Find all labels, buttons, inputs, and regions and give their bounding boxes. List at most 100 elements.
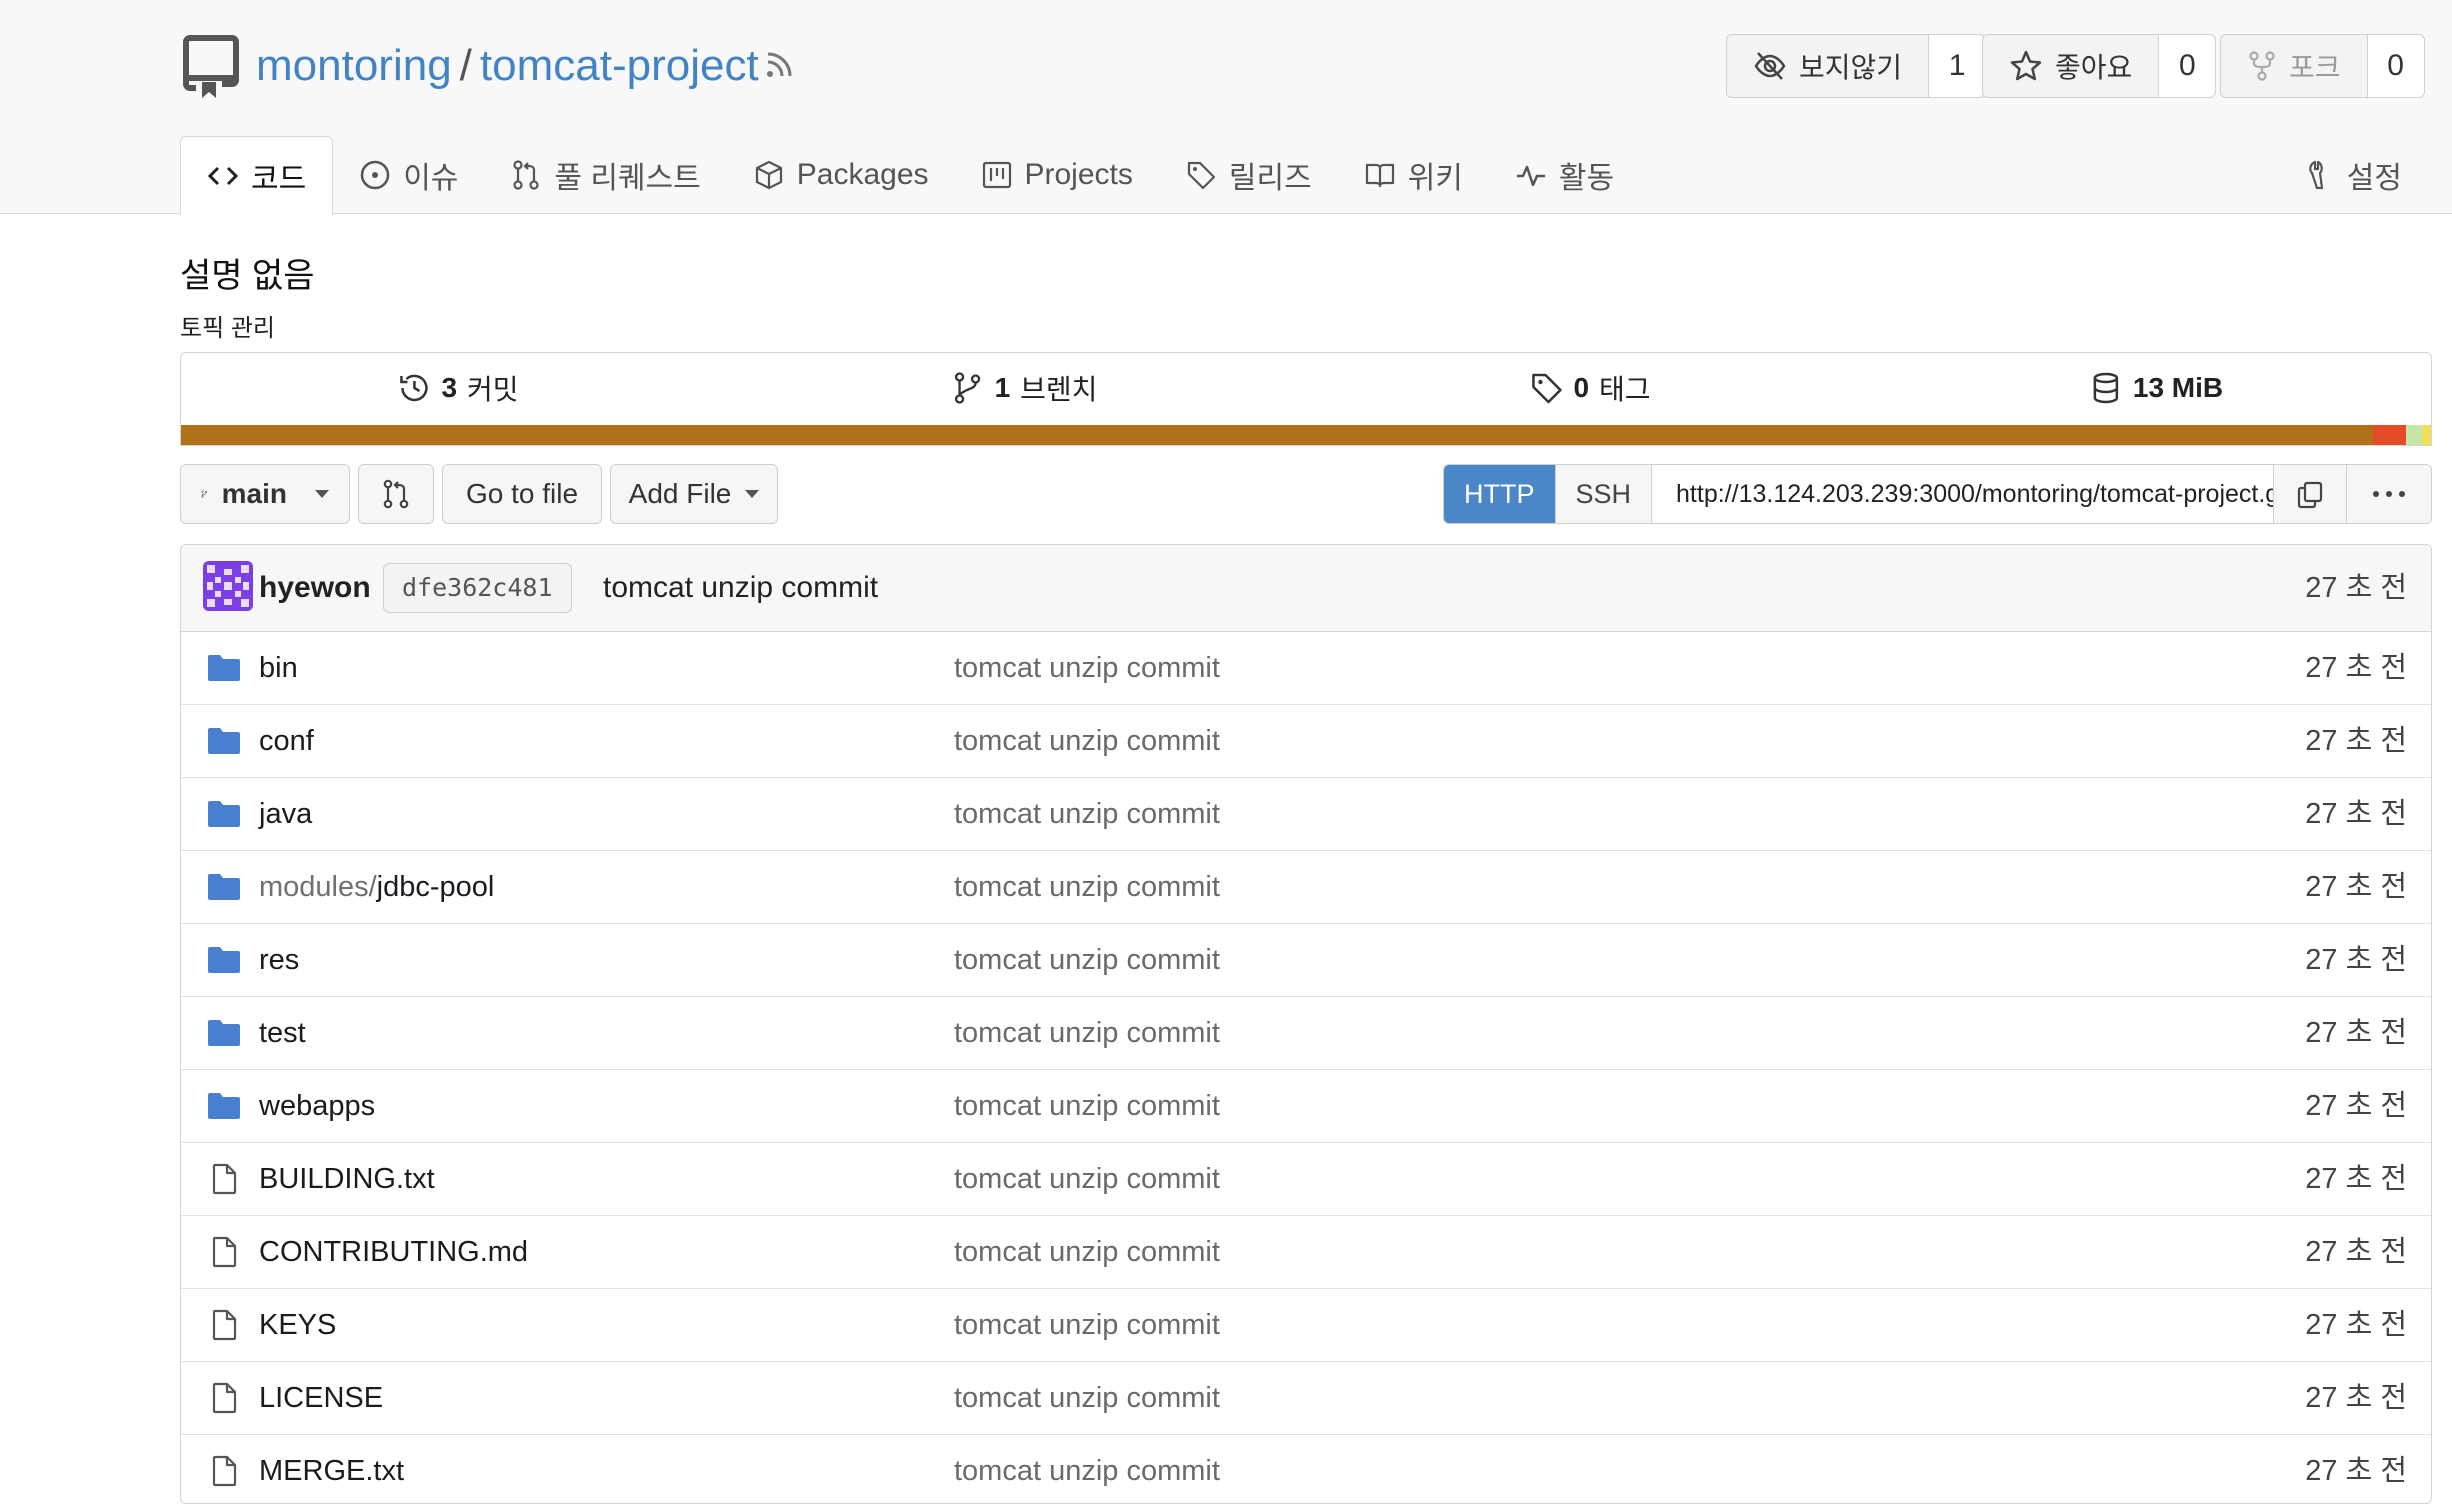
file-commit-message[interactable]: tomcat unzip commit xyxy=(954,924,1220,996)
file-name-link[interactable]: conf xyxy=(259,705,314,777)
file-commit-message[interactable]: tomcat unzip commit xyxy=(954,1216,1220,1288)
file-name-link[interactable]: java xyxy=(259,778,312,850)
file-icon xyxy=(212,1163,237,1195)
file-path-prefix: modules/ xyxy=(259,871,377,903)
folder-icon xyxy=(208,1093,240,1119)
tab-wiki[interactable]: 위키 xyxy=(1338,136,1489,214)
commit-message[interactable]: tomcat unzip commit xyxy=(603,545,878,631)
repo-icon xyxy=(183,35,239,98)
protocol-ssh-button[interactable]: SSH xyxy=(1555,465,1653,523)
star-button[interactable]: 좋아요 xyxy=(1983,35,2160,97)
file-commit-message[interactable]: tomcat unzip commit xyxy=(954,1362,1220,1434)
language-segment xyxy=(2422,425,2431,445)
tab-issues[interactable]: 이슈 xyxy=(333,136,484,214)
file-list: bin tomcat unzip commit 27 초 전 conf tomcat u… xyxy=(181,632,2431,1503)
folder-icon xyxy=(208,874,240,900)
watch-count[interactable]: 1 xyxy=(1929,35,1986,97)
compare-button[interactable] xyxy=(358,464,434,524)
file-name: CONTRIBUTING.md xyxy=(259,1236,529,1268)
star-icon xyxy=(2010,50,2042,81)
clone-url-input[interactable]: http://13.124.203.239:3000/montoring/tom… xyxy=(1652,465,2273,523)
file-name: jdbc-pool xyxy=(376,871,495,903)
branch-icon xyxy=(201,490,208,498)
tab-issues-label: 이슈 xyxy=(403,162,459,195)
file-icon xyxy=(212,1236,237,1268)
file-commit-message[interactable]: tomcat unzip commit xyxy=(954,1070,1220,1142)
rss-icon[interactable] xyxy=(762,46,798,82)
database-icon xyxy=(2093,372,2119,404)
file-commit-message[interactable]: tomcat unzip commit xyxy=(954,1143,1220,1215)
file-commit-message[interactable]: tomcat unzip commit xyxy=(954,997,1220,1069)
star-count[interactable]: 0 xyxy=(2159,35,2216,97)
stat-tags-count: 0 xyxy=(1573,372,1590,403)
file-row: res tomcat unzip commit 27 초 전 xyxy=(181,924,2431,997)
stat-commits-label: 커밋 xyxy=(467,374,519,405)
stat-commits[interactable]: 3 커밋 xyxy=(397,353,519,423)
tab-releases[interactable]: 릴리즈 xyxy=(1159,136,1338,214)
repo-tabs: 코드 이슈 풀 리퀘스트 Packages Projects 릴리즈 위키 활동 xyxy=(180,136,1640,215)
manage-topics-link[interactable]: 토픽 관리 xyxy=(180,308,275,343)
stat-branches[interactable]: 1 브렌치 xyxy=(951,353,1098,423)
file-commit-message[interactable]: tomcat unzip commit xyxy=(954,778,1220,850)
repo-title: montoring / tomcat-project xyxy=(256,34,759,98)
file-commit-message[interactable]: tomcat unzip commit xyxy=(954,632,1220,704)
file-row: bin tomcat unzip commit 27 초 전 xyxy=(181,632,2431,705)
stat-commits-count: 3 xyxy=(441,372,458,403)
file-commit-time: 27 초 전 xyxy=(2305,652,2407,684)
file-commit-time: 27 초 전 xyxy=(2305,1236,2407,1268)
wrench-icon xyxy=(2309,160,2323,190)
chevron-down-icon xyxy=(315,490,329,498)
avatar[interactable] xyxy=(203,561,253,611)
tab-settings[interactable]: 설정 xyxy=(2305,136,2402,214)
file-name: res xyxy=(259,944,300,976)
tab-activity[interactable]: 활동 xyxy=(1489,136,1640,214)
file-name-link[interactable]: modules/jdbc-pool xyxy=(259,851,494,923)
file-name-link[interactable]: LICENSE xyxy=(259,1362,383,1434)
tab-pull-requests[interactable]: 풀 리퀘스트 xyxy=(484,136,726,214)
book-icon xyxy=(1365,163,1394,188)
repo-name-link[interactable]: tomcat-project xyxy=(480,41,759,90)
tab-code[interactable]: 코드 xyxy=(180,136,334,215)
file-name-link[interactable]: MERGE.txt xyxy=(259,1435,404,1503)
file-name-link[interactable]: webapps xyxy=(259,1070,375,1142)
fork-count[interactable]: 0 xyxy=(2367,35,2424,97)
commit-sha-button[interactable]: dfe362c481 xyxy=(383,563,572,613)
file-commit-time: 27 초 전 xyxy=(2305,1309,2407,1341)
fork-icon xyxy=(2249,51,2275,81)
fork-button[interactable]: 포크 xyxy=(2221,35,2368,97)
copy-url-button[interactable] xyxy=(2273,465,2346,523)
file-commit-time: 27 초 전 xyxy=(2305,725,2407,757)
repo-owner-link[interactable]: montoring xyxy=(256,41,452,90)
tab-projects[interactable]: Projects xyxy=(955,136,1159,214)
more-options-button[interactable] xyxy=(2346,465,2431,523)
file-name-link[interactable]: CONTRIBUTING.md xyxy=(259,1216,528,1288)
watch-button-group: 보지않기 1 xyxy=(1726,34,1987,98)
file-name-link[interactable]: res xyxy=(259,924,299,996)
branch-selector[interactable]: main xyxy=(180,464,350,524)
go-to-file-button[interactable]: Go to file xyxy=(442,464,602,524)
tab-packages[interactable]: Packages xyxy=(727,136,955,214)
file-commit-message[interactable]: tomcat unzip commit xyxy=(954,1289,1220,1361)
file-row: webapps tomcat unzip commit 27 초 전 xyxy=(181,1070,2431,1143)
file-commit-message[interactable]: tomcat unzip commit xyxy=(954,1435,1220,1503)
folder-icon xyxy=(208,1020,240,1046)
watch-button[interactable]: 보지않기 xyxy=(1727,35,1930,97)
folder-icon xyxy=(208,728,240,754)
history-icon xyxy=(400,374,428,402)
file-row: test tomcat unzip commit 27 초 전 xyxy=(181,997,2431,1070)
stat-tags[interactable]: 0 태그 xyxy=(1529,353,1651,423)
file-name-link[interactable]: test xyxy=(259,997,306,1069)
add-file-dropdown[interactable]: Add File xyxy=(610,464,778,524)
protocol-http-button[interactable]: HTTP xyxy=(1444,465,1556,523)
file-icon xyxy=(212,1455,237,1487)
file-name-link[interactable]: KEYS xyxy=(259,1289,336,1361)
commit-author[interactable]: hyewon xyxy=(259,545,371,631)
file-commit-message[interactable]: tomcat unzip commit xyxy=(954,851,1220,923)
file-name-link[interactable]: bin xyxy=(259,632,298,704)
language-bar[interactable] xyxy=(181,425,2431,445)
stat-branches-label: 브렌치 xyxy=(1020,374,1098,405)
file-commit-message[interactable]: tomcat unzip commit xyxy=(954,705,1220,777)
file-name-link[interactable]: BUILDING.txt xyxy=(259,1143,435,1215)
watch-label: 보지않기 xyxy=(1799,52,1903,83)
file-name: test xyxy=(259,1017,306,1049)
